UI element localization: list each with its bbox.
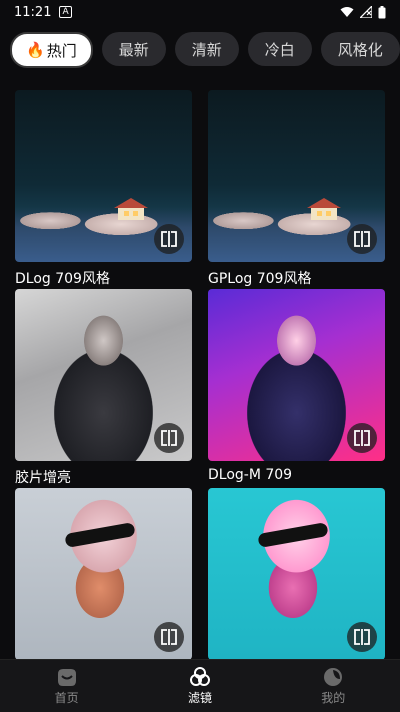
nav-label: 首页	[54, 690, 79, 705]
profile-icon	[324, 667, 343, 686]
compare-icon	[354, 430, 370, 446]
compare-button[interactable]	[347, 622, 377, 652]
category-chips: 🔥 热门 最新 清新 冷白 风格化	[10, 32, 400, 68]
filter-card[interactable]	[15, 488, 192, 686]
chip-stylized[interactable]: 风格化	[320, 32, 400, 66]
filter-icon	[189, 666, 210, 686]
chip-label: 清新	[191, 40, 222, 59]
fire-icon: 🔥	[26, 41, 45, 59]
status-time: 11:21	[14, 4, 52, 20]
filter-label: DLog 709风格	[15, 271, 110, 287]
signal-icon	[360, 6, 372, 18]
wifi-icon	[340, 7, 354, 17]
nav-home[interactable]: 首页	[22, 667, 112, 706]
filter-label: DLog-M 709	[208, 467, 293, 483]
compare-button[interactable]	[347, 423, 377, 453]
battery-icon	[378, 5, 386, 18]
filter-thumbnail	[208, 289, 385, 461]
compare-button[interactable]	[154, 423, 184, 453]
filter-label: 胶片增亮	[15, 470, 71, 486]
house-shape	[114, 198, 148, 220]
nav-profile[interactable]: 我的	[288, 667, 378, 706]
compare-icon	[161, 629, 177, 645]
nav-label: 我的	[321, 690, 346, 705]
filter-card[interactable]: DLog 709风格	[15, 90, 192, 288]
status-bar: 11:21 A	[0, 0, 400, 24]
chip-label: 冷白	[264, 40, 295, 59]
filter-thumbnail	[208, 90, 385, 262]
visor-shape	[64, 522, 136, 548]
nav-filter[interactable]: 滤镜	[155, 666, 245, 706]
nav-label: 滤镜	[187, 690, 212, 705]
filter-card[interactable]: GPLog 709风格	[208, 90, 385, 288]
compare-button[interactable]	[347, 224, 377, 254]
chip-hot[interactable]: 🔥 热门	[10, 32, 93, 68]
chip-cool-white[interactable]: 冷白	[247, 32, 312, 66]
filter-card[interactable]: 胶片增亮	[15, 289, 192, 487]
visor-shape	[257, 522, 329, 548]
chip-fresh[interactable]: 清新	[174, 32, 239, 66]
filter-card[interactable]: DLog-M 709	[208, 289, 385, 487]
compare-icon	[354, 231, 370, 247]
chip-label: 最新	[118, 40, 149, 59]
bottom-nav: 首页 滤镜 我的	[0, 659, 400, 712]
house-shape	[307, 198, 341, 220]
filter-thumbnail	[15, 90, 192, 262]
filter-thumbnail	[208, 488, 385, 660]
compare-icon	[161, 430, 177, 446]
compare-icon	[161, 231, 177, 247]
chip-label: 热门	[46, 41, 77, 60]
filter-label: GPLog 709风格	[208, 271, 312, 287]
filter-card[interactable]	[208, 488, 385, 686]
compare-button[interactable]	[154, 622, 184, 652]
home-icon	[57, 668, 76, 686]
sim-badge: A	[59, 6, 72, 18]
chip-label: 风格化	[337, 40, 383, 59]
compare-button[interactable]	[154, 224, 184, 254]
filter-thumbnail	[15, 289, 192, 461]
filter-thumbnail	[15, 488, 192, 660]
compare-icon	[354, 629, 370, 645]
chip-newest[interactable]: 最新	[101, 32, 166, 66]
